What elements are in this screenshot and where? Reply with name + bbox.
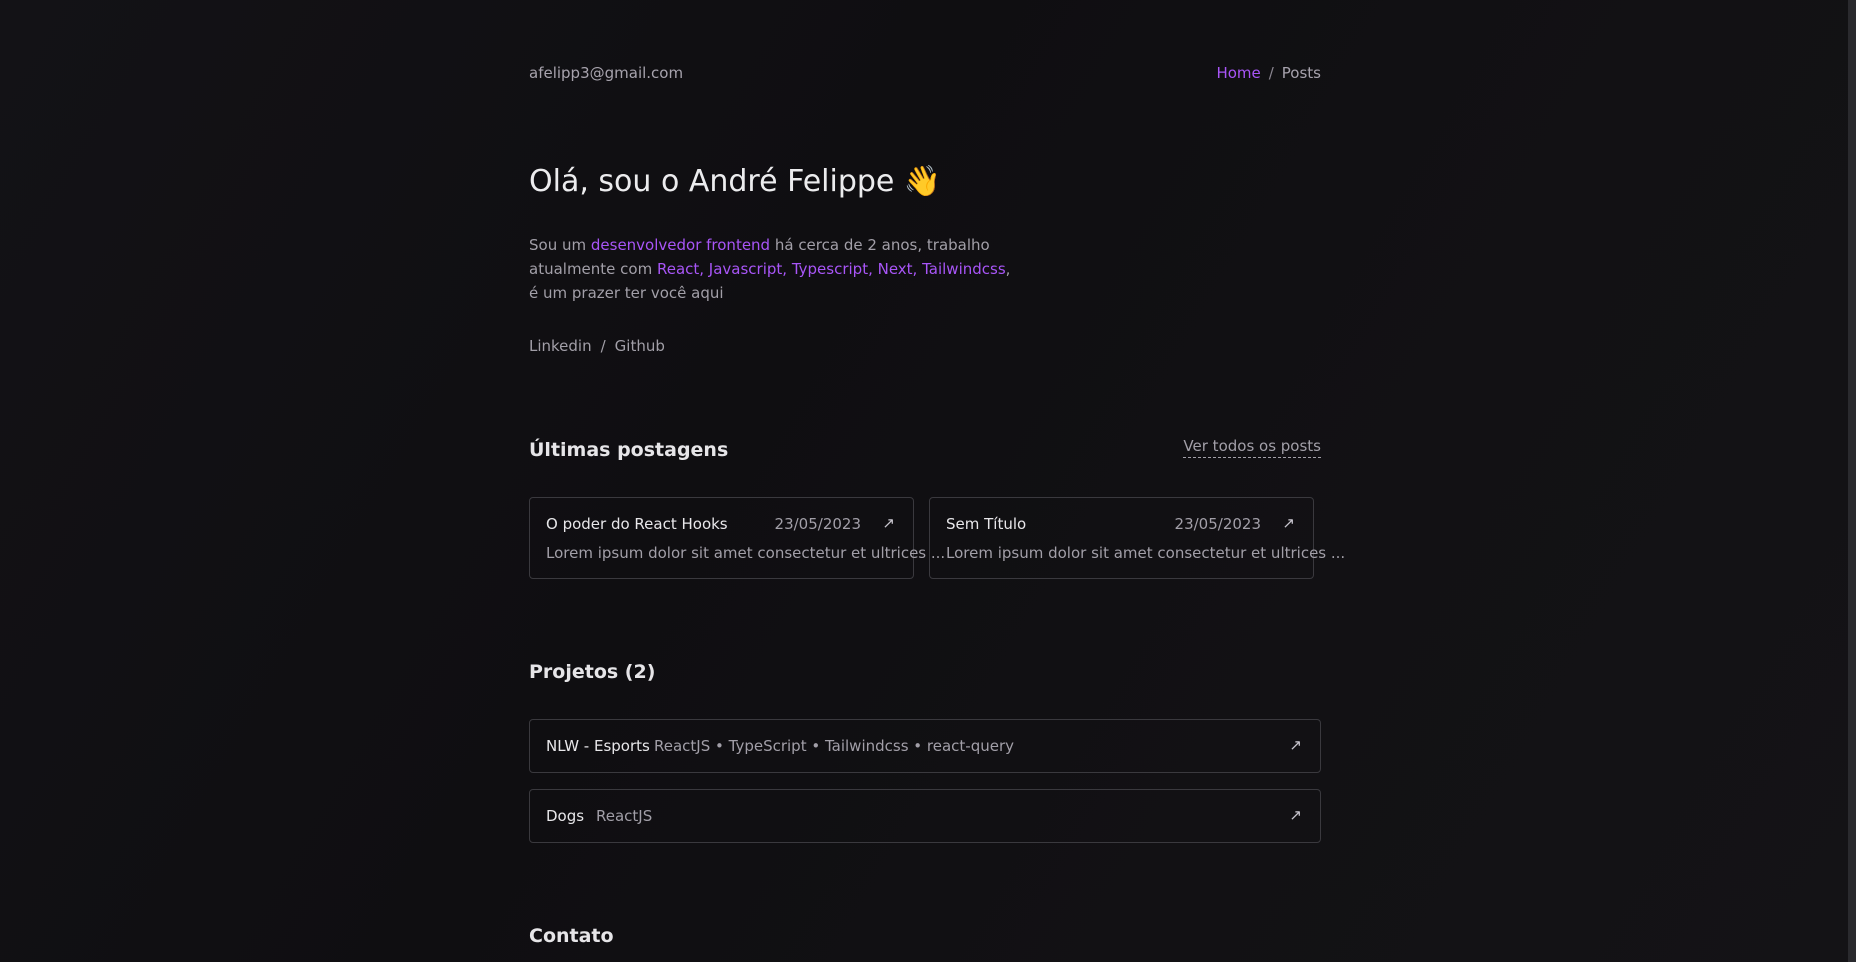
top-bar: afelipp3@gmail.com Home / Posts <box>529 64 1321 84</box>
post-excerpt: Lorem ipsum dolor sit amet consectetur e… <box>546 544 946 562</box>
contact-section-title: Contato <box>529 925 614 947</box>
email-link[interactable]: afelipp3@gmail.com <box>529 64 683 82</box>
project-name: Dogs <box>546 807 585 825</box>
github-link[interactable]: Github <box>615 337 665 355</box>
hero-stack-highlight: React, Javascript, Typescript, Next, Tai… <box>656 260 1006 278</box>
project-row[interactable]: NLW - Esports ReactJS • TypeScript • Tai… <box>529 719 1321 773</box>
arrow-up-right-icon: ↗ <box>882 514 895 532</box>
project-row[interactable]: Dogs ReactJS ↗ <box>529 789 1321 843</box>
linkedin-link[interactable]: Linkedin <box>529 337 592 355</box>
project-tech: ReactJS • TypeScript • Tailwindcss • rea… <box>654 737 1014 755</box>
arrow-up-right-icon: ↗ <box>1282 514 1295 532</box>
post-excerpt: Lorem ipsum dolor sit amet consectetur e… <box>946 544 1346 562</box>
scrollbar-track[interactable] <box>1848 0 1856 962</box>
arrow-up-right-icon: ↗ <box>1289 736 1302 754</box>
hero-role-highlight: desenvolvedor frontend <box>590 236 771 254</box>
hero-description: Sou um desenvolvedor frontend há cerca d… <box>529 233 1019 305</box>
post-title: Sem Título <box>946 515 1027 533</box>
post-card[interactable]: Sem Título 23/05/2023 ↗ Lorem ipsum dolo… <box>929 497 1345 579</box>
hero-title: Olá, sou o André Felippe 👋 <box>529 164 942 199</box>
post-date: 23/05/2023 <box>1174 515 1261 533</box>
post-card[interactable]: O poder do React Hooks 23/05/2023 ↗ Lore… <box>529 497 945 579</box>
posts-section-title: Últimas postagens <box>529 439 729 461</box>
social-links: Linkedin / Github <box>529 337 665 355</box>
projects-section-title: Projetos (2) <box>529 661 656 683</box>
breadcrumb-home-link[interactable]: Home <box>1216 64 1260 82</box>
post-title: O poder do React Hooks <box>546 515 728 533</box>
post-date: 23/05/2023 <box>774 515 861 533</box>
hero-desc-text-1: Sou um <box>529 236 591 254</box>
arrow-up-right-icon: ↗ <box>1289 806 1302 824</box>
breadcrumb-separator: / <box>1268 64 1274 82</box>
breadcrumb: Home / Posts <box>1216 64 1321 82</box>
see-all-posts-link[interactable]: Ver todos os posts <box>1183 437 1321 458</box>
social-separator: / <box>600 337 606 355</box>
breadcrumb-posts-link[interactable]: Posts <box>1282 64 1321 82</box>
project-name: NLW - Esports <box>546 737 650 755</box>
project-tech: ReactJS <box>596 807 653 825</box>
